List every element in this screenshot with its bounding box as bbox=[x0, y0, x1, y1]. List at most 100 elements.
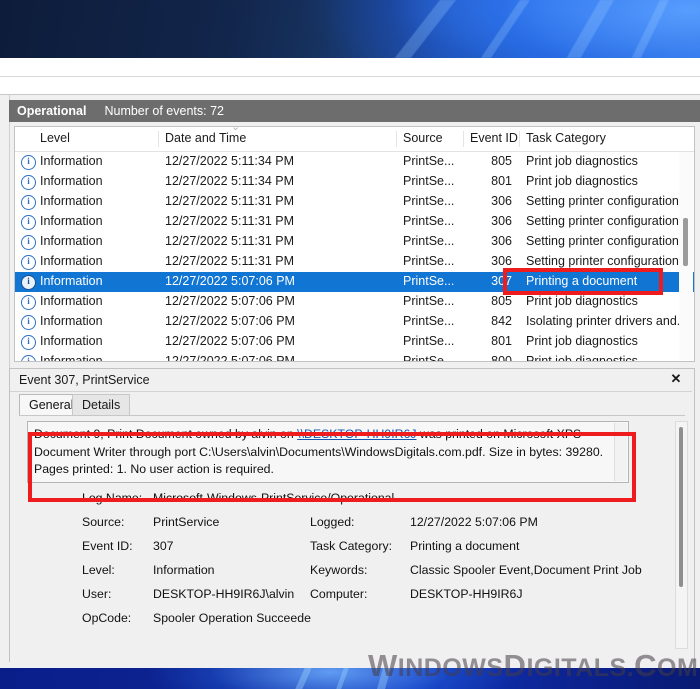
cell-level: Information bbox=[40, 174, 103, 188]
cell-event-id: 306 bbox=[491, 214, 512, 228]
cell-source: PrintSe... bbox=[403, 214, 455, 228]
cell-source: PrintSe... bbox=[403, 194, 455, 208]
table-row[interactable]: i Information 12/27/2022 5:11:31 PM PrintSe… bbox=[15, 192, 694, 212]
cell-source: PrintSe... bbox=[403, 254, 455, 268]
table-row[interactable]: i Information 12/27/2022 5:07:06 PM PrintSe… bbox=[15, 352, 694, 362]
log-name-label: Operational bbox=[17, 104, 87, 118]
table-row[interactable]: i Information 12/27/2022 5:11:31 PM PrintSe… bbox=[15, 232, 694, 252]
event-count-label: Number of events: 72 bbox=[104, 104, 224, 118]
annotation-box-description bbox=[28, 432, 636, 502]
information-icon: i bbox=[21, 315, 36, 330]
cell-level: Information bbox=[40, 314, 103, 328]
table-row[interactable]: i Information 12/27/2022 5:11:34 PM PrintSe… bbox=[15, 172, 694, 192]
close-icon[interactable]: ✕ bbox=[668, 371, 684, 387]
information-icon: i bbox=[21, 255, 36, 270]
table-row[interactable]: i Information 12/27/2022 5:07:06 PM PrintSe… bbox=[15, 292, 694, 312]
cell-source: PrintSe... bbox=[403, 234, 455, 248]
tab-details[interactable]: Details bbox=[72, 394, 131, 415]
opcode-value: Spooler Operation Succeede bbox=[153, 611, 311, 625]
cell-level: Information bbox=[40, 214, 103, 228]
column-header-source[interactable]: Source bbox=[403, 131, 443, 145]
cell-event-id: 801 bbox=[491, 334, 512, 348]
cell-event-id: 805 bbox=[491, 154, 512, 168]
cell-date-time: 12/27/2022 5:07:06 PM bbox=[165, 294, 295, 308]
event-list[interactable]: Level Date and Time ⌄ Source Event ID Ta… bbox=[14, 126, 695, 362]
cell-task-category: Setting printer configuration bbox=[526, 254, 679, 268]
event-id-label: Event ID: bbox=[82, 539, 133, 553]
keywords-label: Keywords: bbox=[310, 563, 368, 577]
cell-source: PrintSe... bbox=[403, 314, 455, 328]
table-row[interactable]: i Information 12/27/2022 5:11:31 PM PrintSe… bbox=[15, 212, 694, 232]
cell-date-time: 12/27/2022 5:07:06 PM bbox=[165, 334, 295, 348]
cell-level: Information bbox=[40, 334, 103, 348]
column-header-event-id[interactable]: Event ID bbox=[470, 131, 518, 145]
event-properties: Log Name: Microsoft-Windows-PrintService… bbox=[27, 491, 647, 635]
column-header-task-category[interactable]: Task Category bbox=[526, 131, 606, 145]
cell-level: Information bbox=[40, 154, 103, 168]
cell-date-time: 12/27/2022 5:11:34 PM bbox=[165, 154, 295, 168]
app-upper-blank bbox=[0, 58, 700, 76]
user-label: User: bbox=[82, 587, 112, 601]
cell-source: PrintSe... bbox=[403, 174, 455, 188]
computer-label: Computer: bbox=[310, 587, 368, 601]
property-row-opcode: OpCode: Spooler Operation Succeede bbox=[27, 611, 647, 635]
property-row-source: Source: PrintService Logged: 12/27/2022 … bbox=[27, 515, 647, 539]
cell-event-id: 306 bbox=[491, 234, 512, 248]
cell-date-time: 12/27/2022 5:07:06 PM bbox=[165, 354, 295, 362]
table-row[interactable]: i Information 12/27/2022 5:07:06 PM PrintSe… bbox=[15, 312, 694, 332]
cell-task-category: Isolating printer drivers and... bbox=[526, 314, 688, 328]
logged-label: Logged: bbox=[310, 515, 355, 529]
event-list-header: Level Date and Time ⌄ Source Event ID Ta… bbox=[15, 127, 694, 152]
detail-title-bar: Event 307, PrintService ✕ bbox=[10, 369, 692, 392]
cell-event-id: 805 bbox=[491, 294, 512, 308]
cell-level: Information bbox=[40, 274, 103, 288]
cell-level: Information bbox=[40, 234, 103, 248]
cell-task-category: Print job diagnostics bbox=[526, 354, 638, 362]
cell-source: PrintSe... bbox=[403, 294, 455, 308]
computer-value: DESKTOP-HH9IR6J bbox=[410, 587, 523, 601]
logged-value: 12/27/2022 5:07:06 PM bbox=[410, 515, 538, 529]
level-label: Level: bbox=[82, 563, 115, 577]
table-row[interactable]: i Information 12/27/2022 5:11:34 PM PrintSe… bbox=[15, 152, 694, 172]
cell-task-category: Setting printer configuration bbox=[526, 214, 679, 228]
cell-event-id: 800 bbox=[491, 354, 512, 362]
information-icon: i bbox=[21, 175, 36, 190]
cell-event-id: 801 bbox=[491, 174, 512, 188]
event-list-scrollbar[interactable] bbox=[679, 152, 693, 360]
cell-level: Information bbox=[40, 254, 103, 268]
event-list-rows: i Information 12/27/2022 5:11:34 PM PrintSe… bbox=[15, 152, 694, 362]
cell-task-category: Setting printer configuration bbox=[526, 194, 679, 208]
table-row[interactable]: i Information 12/27/2022 5:07:06 PM PrintSe… bbox=[15, 332, 694, 352]
cell-date-time: 12/27/2022 5:11:34 PM bbox=[165, 174, 295, 188]
source-label: Source: bbox=[82, 515, 125, 529]
cell-level: Information bbox=[40, 354, 103, 362]
column-header-level[interactable]: Level bbox=[40, 131, 70, 145]
column-header-date[interactable]: Date and Time bbox=[165, 131, 246, 145]
detail-pane-scroll-thumb[interactable] bbox=[679, 427, 683, 587]
cell-task-category: Setting printer configuration bbox=[526, 234, 679, 248]
cell-event-id: 306 bbox=[491, 194, 512, 208]
user-value: DESKTOP-HH9IR6J\alvin bbox=[153, 587, 295, 601]
information-icon: i bbox=[21, 215, 36, 230]
event-list-scroll-thumb[interactable] bbox=[683, 218, 688, 266]
cell-task-category: Print job diagnostics bbox=[526, 294, 638, 308]
cell-event-id: 842 bbox=[491, 314, 512, 328]
cell-event-id: 306 bbox=[491, 254, 512, 268]
site-watermark: WINDOWSDIGITALS.COM bbox=[368, 648, 700, 683]
cell-date-time: 12/27/2022 5:11:31 PM bbox=[165, 254, 295, 268]
cell-date-time: 12/27/2022 5:11:31 PM bbox=[165, 194, 295, 208]
cell-level: Information bbox=[40, 194, 103, 208]
information-icon: i bbox=[21, 295, 36, 310]
keywords-value: Classic Spooler Event,Document Print Job bbox=[410, 563, 642, 577]
log-header-bar: Operational Number of events: 72 bbox=[9, 100, 700, 122]
task-category-value: Printing a document bbox=[410, 539, 520, 553]
watermark-text: WINDOWSDIGITALS.COM bbox=[368, 648, 699, 683]
information-icon: i bbox=[21, 155, 36, 170]
cell-source: PrintSe... bbox=[403, 334, 455, 348]
information-icon: i bbox=[21, 195, 36, 210]
cell-source: PrintSe bbox=[403, 354, 444, 362]
task-category-label: Task Category: bbox=[310, 539, 393, 553]
cell-task-category: Print job diagnostics bbox=[526, 154, 638, 168]
app-upper-blank-2 bbox=[0, 77, 700, 94]
sort-descending-icon: ⌄ bbox=[231, 126, 241, 133]
